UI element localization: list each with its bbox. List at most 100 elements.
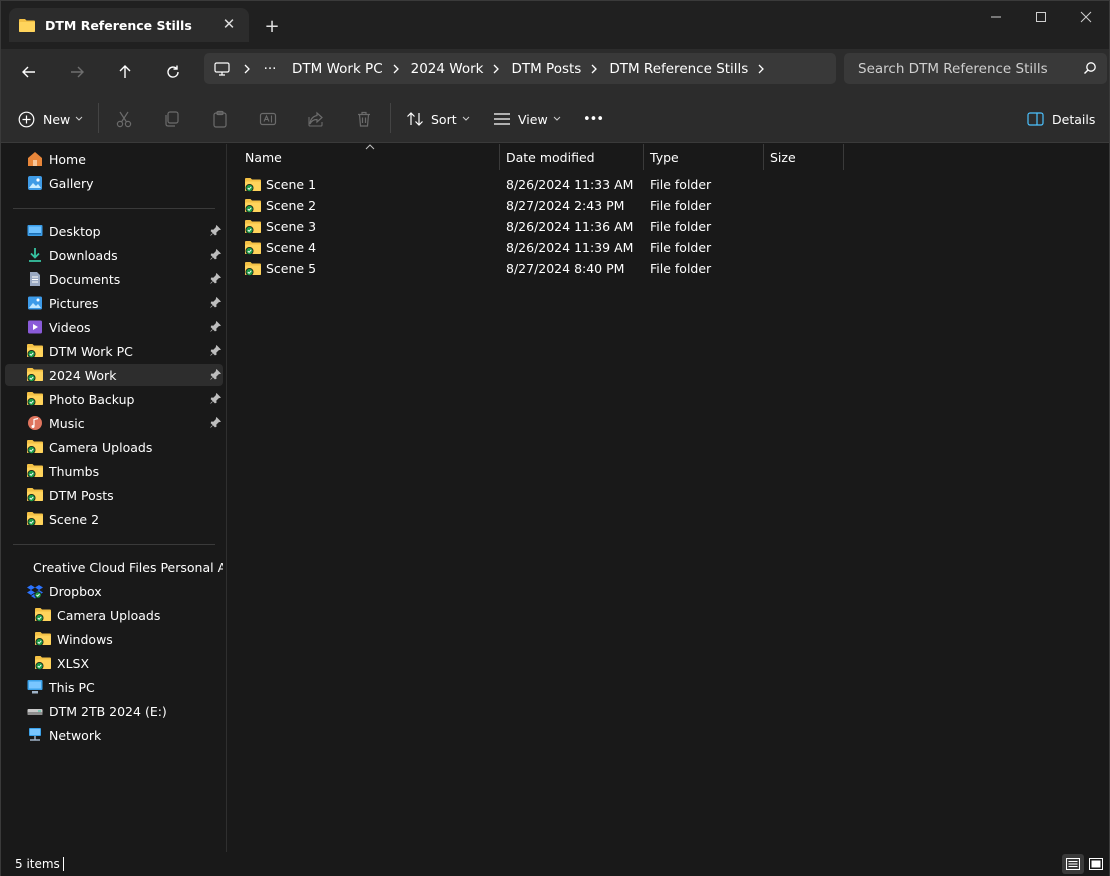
sidebar-item-windows[interactable]: Windows xyxy=(5,628,223,650)
column-header-date[interactable]: Date modified xyxy=(500,144,643,170)
navigation-bar: ··· DTM Work PC 2024 Work DTM Posts DTM … xyxy=(1,49,1109,95)
sidebar-item-label: Music xyxy=(49,415,85,431)
up-button[interactable] xyxy=(110,57,140,87)
sidebar-item-downloads[interactable]: Downloads xyxy=(5,244,223,266)
back-button[interactable] xyxy=(14,57,44,87)
chevron-right-icon[interactable] xyxy=(581,64,607,74)
folder-sync-icon xyxy=(245,178,261,192)
sidebar-item-creative-cloud-files-personal-acc[interactable]: Creative Cloud Files Personal Acc xyxy=(5,556,223,578)
sidebar-item-home[interactable]: Home xyxy=(5,148,223,170)
folder-sync-icon xyxy=(27,392,43,406)
pin-icon[interactable] xyxy=(210,321,221,332)
pin-icon[interactable] xyxy=(210,273,221,284)
copy-button[interactable] xyxy=(162,109,182,129)
sidebar-item-desktop[interactable]: Desktop xyxy=(5,220,223,242)
address-bar[interactable]: ··· DTM Work PC 2024 Work DTM Posts DTM … xyxy=(204,53,836,84)
file-date: 8/27/2024 2:43 PM xyxy=(506,198,625,213)
breadcrumb-item[interactable]: 2024 Work xyxy=(411,61,484,77)
maximize-button[interactable] xyxy=(1018,7,1064,27)
cut-button[interactable] xyxy=(114,109,134,129)
sidebar-item-label: Photo Backup xyxy=(49,391,135,407)
breadcrumb-item[interactable]: DTM Posts xyxy=(511,61,581,77)
tab-active[interactable]: DTM Reference Stills ✕ xyxy=(9,8,249,42)
column-header-size[interactable]: Size xyxy=(764,144,843,170)
large-icons-view-button[interactable] xyxy=(1085,854,1107,874)
sidebar-item-videos[interactable]: Videos xyxy=(5,316,223,338)
sort-button[interactable]: Sort xyxy=(406,107,470,131)
sidebar-item-camera-uploads[interactable]: Camera Uploads xyxy=(5,604,223,626)
folder-sync-icon xyxy=(27,344,43,358)
more-options-button[interactable]: ••• xyxy=(583,107,604,131)
chevron-right-icon[interactable] xyxy=(383,64,409,74)
breadcrumb-item-current[interactable]: DTM Reference Stills xyxy=(609,61,748,77)
new-button[interactable]: New xyxy=(18,107,83,131)
sidebar-item-documents[interactable]: Documents xyxy=(5,268,223,290)
sidebar-item-2024-work[interactable]: 2024 Work xyxy=(5,364,223,386)
pin-icon[interactable] xyxy=(210,225,221,236)
sidebar-item-music[interactable]: Music xyxy=(5,412,223,434)
sidebar-item-thumbs[interactable]: Thumbs xyxy=(5,460,223,482)
details-view-button[interactable] xyxy=(1062,854,1084,874)
new-tab-button[interactable]: + xyxy=(261,15,283,37)
sidebar-item-camera-uploads[interactable]: Camera Uploads xyxy=(5,436,223,458)
forward-button[interactable] xyxy=(62,57,92,87)
pin-icon[interactable] xyxy=(210,393,221,404)
delete-button[interactable] xyxy=(354,109,374,129)
table-row[interactable]: Scene 4 8/26/2024 11:39 AM File folder xyxy=(240,237,840,258)
sidebar-item-photo-backup[interactable]: Photo Backup xyxy=(5,388,223,410)
chevron-down-icon xyxy=(553,116,561,121)
chevron-right-icon[interactable] xyxy=(483,64,509,74)
table-row[interactable]: Scene 5 8/27/2024 8:40 PM File folder xyxy=(240,258,840,279)
sidebar-item-this-pc[interactable]: This PC xyxy=(5,676,223,698)
pin-icon[interactable] xyxy=(210,369,221,380)
pin-icon[interactable] xyxy=(210,249,221,260)
sidebar-item-label: Home xyxy=(49,151,86,167)
column-header-type[interactable]: Type xyxy=(644,144,763,170)
monitor-icon[interactable] xyxy=(214,61,234,76)
folder-sync-icon xyxy=(245,220,261,234)
share-icon xyxy=(308,111,323,127)
table-row[interactable]: Scene 2 8/27/2024 2:43 PM File folder xyxy=(240,195,840,216)
sidebar-item-pictures[interactable]: Pictures xyxy=(5,292,223,314)
folder-sync-icon xyxy=(27,488,43,502)
home-icon xyxy=(28,152,42,166)
paste-button[interactable] xyxy=(210,109,230,129)
file-type: File folder xyxy=(650,198,712,213)
view-button[interactable]: View xyxy=(494,107,561,131)
sidebar-item-dtm-posts[interactable]: DTM Posts xyxy=(5,484,223,506)
pin-icon[interactable] xyxy=(210,297,221,308)
sidebar-item-dropbox[interactable]: Dropbox xyxy=(5,580,223,602)
sidebar-item-scene-2[interactable]: Scene 2 xyxy=(5,508,223,530)
sidebar-item-network[interactable]: Network xyxy=(5,724,223,746)
desktop-icon xyxy=(27,225,43,236)
chevron-down-icon xyxy=(462,116,469,121)
minimize-button[interactable] xyxy=(973,7,1019,27)
refresh-icon xyxy=(167,65,179,78)
search-input[interactable]: Search DTM Reference Stills xyxy=(844,53,1107,84)
column-separator[interactable] xyxy=(843,144,844,170)
tab-close-button[interactable]: ✕ xyxy=(219,14,239,34)
chevron-right-icon[interactable] xyxy=(748,64,774,74)
search-icon[interactable] xyxy=(1083,61,1097,75)
table-row[interactable]: Scene 1 8/26/2024 11:33 AM File folder xyxy=(240,174,840,195)
folder-sync-icon xyxy=(27,368,43,382)
breadcrumb-overflow[interactable]: ··· xyxy=(260,61,280,77)
toolbar-divider xyxy=(98,103,99,133)
sidebar-item-dtm-2tb-2024-e[interactable]: DTM 2TB 2024 (E:) xyxy=(5,700,223,722)
close-button[interactable] xyxy=(1063,7,1109,27)
clipboard-icon xyxy=(213,110,227,128)
table-row[interactable]: Scene 3 8/26/2024 11:36 AM File folder xyxy=(240,216,840,237)
rename-button[interactable] xyxy=(258,109,278,129)
sidebar-item-gallery[interactable]: Gallery xyxy=(5,172,223,194)
sidebar-item-dtm-work-pc[interactable]: DTM Work PC xyxy=(5,340,223,362)
chevron-right-icon[interactable] xyxy=(234,64,260,74)
share-button[interactable] xyxy=(306,109,326,129)
refresh-button[interactable] xyxy=(158,57,188,87)
pin-icon[interactable] xyxy=(210,417,221,428)
new-label: New xyxy=(43,111,71,127)
sidebar-item-xlsx[interactable]: XLSX xyxy=(5,652,223,674)
maximize-icon xyxy=(1036,12,1046,22)
details-button[interactable]: Details xyxy=(1027,107,1095,131)
breadcrumb-item[interactable]: DTM Work PC xyxy=(292,61,383,77)
pin-icon[interactable] xyxy=(210,345,221,356)
